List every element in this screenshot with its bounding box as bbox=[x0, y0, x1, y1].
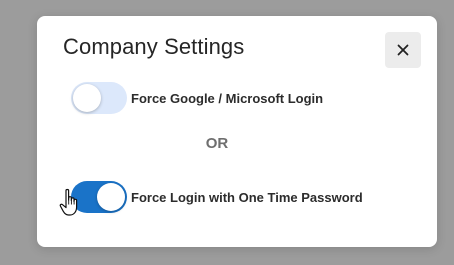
one-time-password-label: Force Login with One Time Password bbox=[131, 189, 363, 205]
toggle-knob bbox=[73, 84, 101, 112]
google-microsoft-login-toggle[interactable] bbox=[71, 82, 127, 114]
company-settings-dialog: Company Settings Force Google / Microsof… bbox=[37, 16, 437, 247]
close-icon bbox=[397, 44, 409, 56]
one-time-password-option: Force Login with One Time Password bbox=[71, 181, 363, 213]
one-time-password-toggle[interactable] bbox=[71, 181, 127, 213]
close-button[interactable] bbox=[385, 32, 421, 68]
or-separator: OR bbox=[205, 135, 229, 152]
google-microsoft-login-option: Force Google / Microsoft Login bbox=[71, 82, 323, 114]
google-microsoft-login-label: Force Google / Microsoft Login bbox=[131, 90, 324, 106]
toggle-knob bbox=[97, 183, 125, 211]
dialog-title: Company Settings bbox=[63, 34, 245, 59]
